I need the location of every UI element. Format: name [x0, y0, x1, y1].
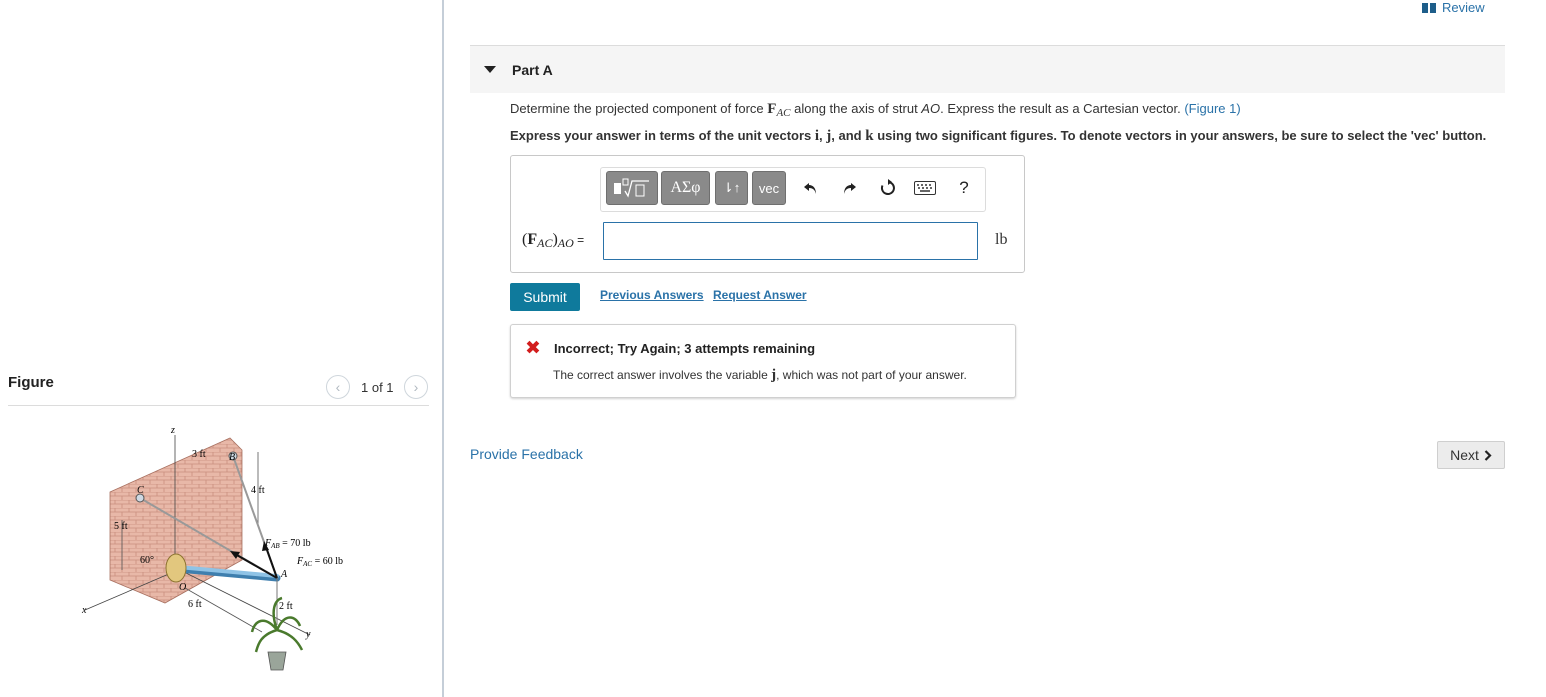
chevron-right-icon: [1484, 449, 1492, 461]
incorrect-x-icon: ✖: [525, 338, 541, 359]
label-5ft: 5 ft: [114, 521, 128, 532]
feedback-box: [510, 324, 1016, 398]
reset-button[interactable]: [876, 176, 900, 200]
next-button[interactable]: Next: [1437, 441, 1505, 469]
undo-button[interactable]: [799, 176, 823, 200]
strut-base: [165, 553, 187, 583]
feedback-title: Incorrect; Try Again; 3 attempts remaini…: [554, 341, 816, 356]
subscript-superscript-button[interactable]: ⇂↑: [715, 171, 748, 205]
panel-divider: [442, 0, 444, 697]
reset-icon: [880, 179, 895, 195]
label-b: B: [229, 452, 235, 463]
keyboard-button[interactable]: [913, 176, 937, 200]
figure-image[interactable]: z 3 ft B 4 ft C 5 ft FAB = 70 lb FAC = 6…: [70, 420, 370, 680]
label-c: C: [137, 485, 144, 496]
redo-icon: [844, 183, 856, 194]
label-3ft: 3 ft: [192, 449, 206, 460]
dimension-6ft: [184, 587, 263, 633]
label-x: x: [81, 605, 87, 616]
label-6ft: 6 ft: [188, 599, 202, 610]
figure-counter: 1 of 1: [361, 380, 394, 395]
figure-header-divider: [8, 405, 429, 406]
figure-1-link[interactable]: (Figure 1): [1184, 101, 1240, 116]
book-icon: [1422, 2, 1436, 13]
keyboard-icon: [914, 181, 936, 195]
figure-title: Figure: [8, 374, 54, 391]
label-4ft: 4 ft: [251, 485, 265, 496]
label-fac: FAC = 60 lb: [296, 556, 343, 568]
review-link[interactable]: Review: [1422, 0, 1485, 15]
submit-button[interactable]: Submit: [510, 283, 580, 311]
label-fab: FAB = 70 lb: [264, 538, 311, 550]
part-header[interactable]: Part A: [470, 46, 1505, 93]
review-label: Review: [1442, 0, 1485, 15]
greek-symbols-button[interactable]: ΑΣφ: [661, 171, 710, 205]
plant-pot: [267, 651, 287, 671]
unit-label: lb: [995, 231, 1008, 248]
provide-feedback-link[interactable]: Provide Feedback: [470, 446, 583, 462]
label-y: y: [305, 629, 311, 640]
next-figure-button[interactable]: ›: [404, 375, 428, 399]
label-2ft: 2 ft: [279, 601, 293, 612]
answer-input[interactable]: [603, 222, 978, 260]
question-text: Determine the projected component of for…: [510, 101, 1241, 119]
caret-down-icon[interactable]: [484, 66, 496, 73]
request-answer-link[interactable]: Request Answer: [713, 288, 807, 302]
instruction-text: Express your answer in terms of the unit…: [510, 128, 1487, 144]
previous-figure-button[interactable]: ‹: [326, 375, 350, 399]
chevron-right-icon: ›: [413, 379, 419, 395]
chevron-left-icon: ‹: [335, 379, 341, 395]
answer-label: (FAC)AO =: [522, 231, 585, 250]
next-label: Next: [1450, 447, 1479, 463]
feedback-body: The correct answer involves the variable…: [553, 367, 967, 383]
label-z: z: [170, 425, 175, 436]
figure-panel: Figure ‹ 1 of 1 › z 3 ft B 4 ft C 5 ft F…: [0, 0, 443, 697]
label-a: A: [280, 569, 288, 580]
label-60deg: 60°: [140, 555, 154, 566]
undo-icon: [804, 183, 816, 194]
templates-button[interactable]: [606, 171, 658, 205]
label-o: O: [179, 582, 186, 593]
previous-answers-link[interactable]: Previous Answers: [600, 288, 704, 302]
templates-icon: [614, 178, 649, 198]
help-button[interactable]: ?: [952, 176, 976, 200]
redo-button[interactable]: [837, 176, 861, 200]
vec-button[interactable]: vec: [752, 171, 786, 205]
part-title: Part A: [512, 61, 553, 78]
